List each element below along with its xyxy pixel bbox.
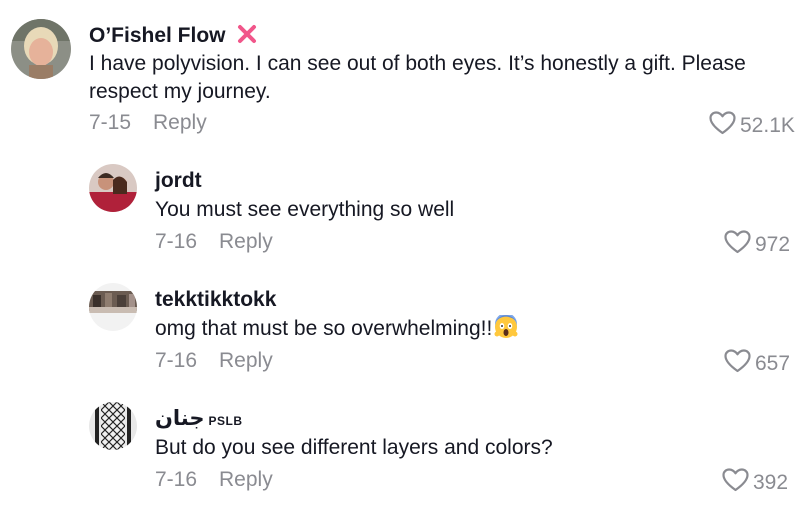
comment-text-body: omg that must be so overwhelming!! <box>155 317 493 340</box>
face-screaming-emoji <box>494 313 518 347</box>
heart-outline-icon <box>724 349 755 379</box>
avatar[interactable] <box>89 402 137 450</box>
like-count: 657 <box>755 352 791 375</box>
username[interactable]: tekktikktokk <box>155 288 276 312</box>
reply-button[interactable]: Reply <box>219 349 273 373</box>
comment-date: 7-16 <box>155 349 198 372</box>
heart-outline-icon <box>722 468 753 498</box>
avatar[interactable] <box>89 164 137 212</box>
heart-outline-icon <box>709 111 740 141</box>
like-button[interactable]: 52.1K <box>709 111 795 141</box>
heart-outline-icon <box>724 230 755 260</box>
username-text[interactable]: جنان <box>155 407 205 430</box>
like-count: 392 <box>753 471 789 494</box>
like-button[interactable]: 392 <box>722 468 788 498</box>
comment-text: You must see everything so well <box>155 198 455 221</box>
like-count: 52.1K <box>740 114 795 137</box>
comment-date: 7-16 <box>155 468 198 491</box>
reply-button[interactable]: Reply <box>219 468 273 492</box>
like-button[interactable]: 657 <box>724 349 790 379</box>
comment-date: 7-16 <box>155 230 198 253</box>
comment-text: omg that must be so overwhelming!! <box>155 313 775 347</box>
like-button[interactable]: 972 <box>724 230 790 260</box>
avatar[interactable] <box>11 19 71 79</box>
username-badge: PSLB <box>208 414 243 428</box>
username[interactable]: O’Fishel Flow <box>89 23 258 51</box>
comment-text: But do you see different layers and colo… <box>155 436 553 459</box>
comment-date: 7-15 <box>89 111 132 134</box>
username-text[interactable]: O’Fishel Flow <box>89 24 226 47</box>
username[interactable]: جنان PSLB <box>155 407 243 433</box>
reply-button[interactable]: Reply <box>219 230 273 254</box>
reply-button[interactable]: Reply <box>153 111 207 135</box>
like-count: 972 <box>755 233 791 256</box>
comment-text: I have polyvision. I can see out of both… <box>89 52 746 103</box>
avatar[interactable] <box>89 283 137 331</box>
username[interactable]: jordt <box>155 169 202 193</box>
cross-mark-icon <box>236 23 258 51</box>
